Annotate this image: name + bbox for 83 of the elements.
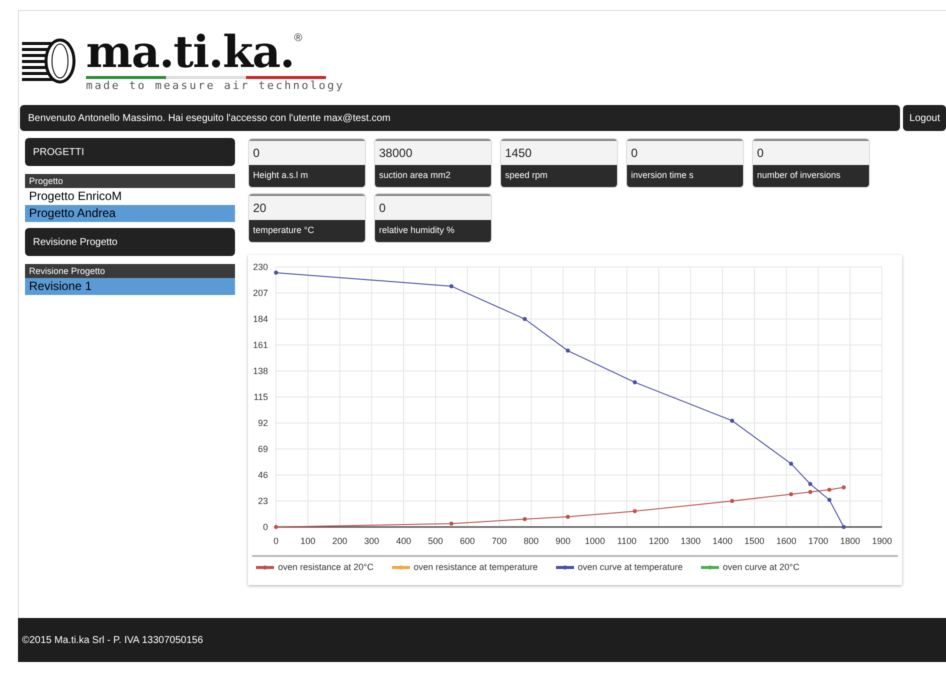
y-tick-label: 92 (258, 418, 268, 428)
x-tick-label: 1400 (712, 536, 733, 546)
y-tick-label: 46 (258, 470, 268, 480)
logo-tagline: made to measure air technology (86, 78, 345, 92)
x-tick-label: 1300 (680, 536, 701, 546)
data-point (449, 284, 454, 288)
y-tick-label: 69 (258, 444, 268, 454)
data-point (827, 488, 832, 492)
data-point (632, 380, 637, 384)
x-tick-label: 300 (364, 536, 380, 546)
number-field[interactable]: 38000 (375, 139, 491, 165)
field-label: relative humidity % (375, 220, 491, 242)
x-tick-label: 100 (300, 536, 316, 546)
legend-label: oven curve at 20°C (722, 561, 800, 574)
number-field[interactable]: 0 (627, 139, 743, 165)
y-tick-label: 138 (252, 366, 268, 376)
x-tick-label: 1900 (872, 536, 892, 546)
field-label: suction area mm2 (375, 165, 491, 187)
x-tick-label: 1500 (744, 536, 764, 546)
data-point (632, 509, 637, 514)
data-point (566, 514, 570, 519)
number-field[interactable]: 0 (249, 139, 365, 165)
data-point (566, 348, 570, 353)
list-item[interactable]: Revisione 1 (25, 278, 235, 295)
field-label: speed rpm (501, 165, 617, 187)
logout-button[interactable]: Logout (903, 105, 946, 131)
y-tick-label: 161 (252, 340, 268, 350)
footer: ©2015 Ma.ti.ka Srl - P. IVA 13307050156 (18, 618, 946, 662)
panel-header: PROGETTI (25, 138, 235, 166)
y-tick-label: 230 (252, 262, 268, 272)
data-point (789, 492, 794, 496)
panel-header: Revisione Progetto (25, 228, 235, 256)
x-tick-label: 400 (396, 536, 412, 546)
field-label: Height a.s.l m (249, 165, 365, 187)
data-point (449, 522, 454, 526)
x-tick-label: 900 (556, 536, 571, 546)
number-field[interactable]: 1450 (501, 139, 617, 165)
y-tick-label: 0 (262, 522, 268, 532)
x-tick-label: 1000 (584, 536, 605, 546)
data-point (522, 317, 527, 321)
data-point (274, 270, 278, 275)
y-tick-label: 207 (252, 288, 268, 298)
x-tick-label: 700 (492, 536, 507, 546)
legend-label: oven resistance at 20°C (278, 561, 374, 574)
data-point (274, 525, 278, 529)
list-header: Progetto (25, 174, 235, 188)
data-point (842, 485, 846, 490)
field-label: number of inversions (753, 165, 869, 187)
data-point (730, 499, 734, 503)
data-point (522, 517, 527, 522)
x-tick-label: 800 (524, 536, 539, 546)
x-tick-label: 500 (428, 536, 443, 546)
welcome-bar: Benvenuto Antonello Massimo. Hai eseguito l'accesso con l'utente max@test.com (20, 105, 900, 131)
field-label: inversion time s (627, 165, 743, 187)
x-tick-label: 1600 (776, 536, 796, 546)
logo-name: ma.ti.ka. (86, 30, 294, 76)
x-tick-label: 200 (332, 536, 348, 546)
data-point (789, 462, 794, 466)
field-label: temperature °C (249, 220, 365, 242)
list-header: Revisione Progetto (25, 264, 235, 278)
legend-label: oven resistance at temperature (414, 561, 538, 574)
y-tick-label: 115 (254, 392, 268, 402)
x-tick-label: 600 (460, 536, 475, 546)
x-tick-label: 1200 (648, 536, 669, 546)
flag-stripe-icon (86, 76, 326, 78)
data-point (808, 490, 812, 494)
number-field[interactable]: 0 (375, 194, 491, 220)
logo-drawing (22, 38, 78, 84)
number-field[interactable]: 0 (753, 139, 869, 165)
y-tick-label: 184 (252, 314, 268, 324)
data-point (827, 498, 832, 502)
x-tick-label: 1800 (840, 536, 860, 546)
number-field[interactable]: 20 (249, 194, 365, 220)
registered-mark: ® (294, 30, 302, 46)
x-tick-label: 0 (274, 536, 278, 546)
data-point (730, 418, 734, 423)
list-item[interactable]: Progetto Andrea (25, 205, 235, 222)
y-tick-label: 23 (258, 496, 268, 506)
x-tick-label: 1700 (808, 536, 828, 546)
data-point (842, 525, 846, 529)
legend-label: oven curve at temperature (578, 561, 683, 574)
data-point (808, 482, 812, 486)
x-tick-label: 1100 (617, 536, 637, 546)
